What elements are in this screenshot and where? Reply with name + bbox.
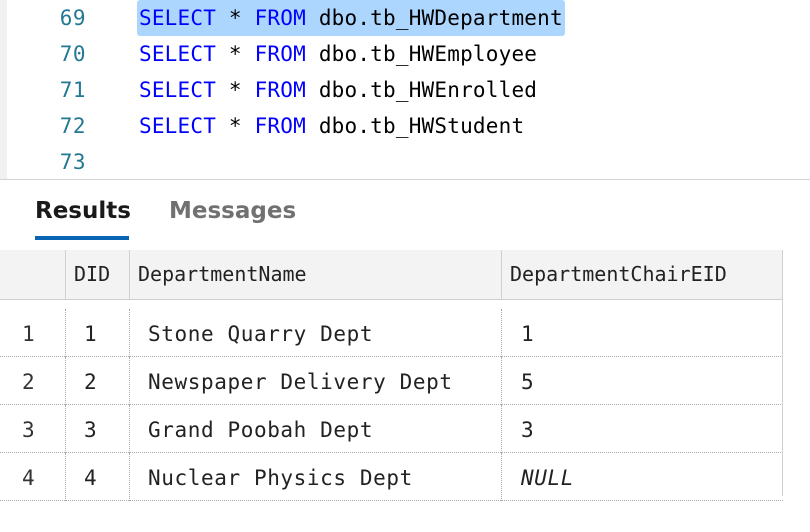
line-number: 70: [59, 42, 86, 66]
row-number[interactable]: 3: [0, 405, 62, 453]
cell-divider: [129, 405, 130, 453]
row-number[interactable]: 4: [0, 453, 62, 501]
keyword-from: FROM: [254, 42, 306, 66]
column-header-did[interactable]: DID: [66, 250, 129, 300]
grid-header: DID DepartmentName DepartmentChairEID: [0, 250, 783, 300]
code-line-71[interactable]: 71 SELECT * FROM dbo.tb_HWEnrolled: [0, 72, 810, 108]
query-text[interactable]: SELECT * FROM dbo.tb_HWStudent: [139, 108, 524, 144]
column-header-departmentname[interactable]: DepartmentName: [130, 250, 501, 300]
cell-divider: [501, 405, 502, 453]
row-number[interactable]: 1: [0, 309, 62, 357]
asterisk-operator: *: [228, 6, 242, 30]
cell-departmentchaireid[interactable]: 1: [521, 309, 534, 357]
cell-divider: [501, 309, 502, 357]
cell-divider: [501, 453, 502, 501]
code-line-73[interactable]: 73: [0, 144, 810, 180]
cell-divider: [65, 405, 66, 453]
code-line-69[interactable]: 69 SELECT * FROM dbo.tb_HWDepartment: [0, 0, 810, 36]
code-line-70[interactable]: 70 SELECT * FROM dbo.tb_HWEmployee: [0, 36, 810, 72]
keyword-select: SELECT: [139, 6, 217, 30]
cell-did[interactable]: 1: [84, 309, 97, 357]
keyword-select: SELECT: [139, 42, 217, 66]
selected-query[interactable]: SELECT * FROM dbo.tb_HWDepartment: [137, 0, 565, 36]
table-name: dbo.tb_HWEnrolled: [318, 78, 538, 102]
grid-right-border: [782, 250, 783, 496]
table-name: dbo.tb_HWStudent: [318, 114, 525, 138]
table-name: dbo.tb_HWEmployee: [318, 42, 538, 66]
cell-divider: [501, 357, 502, 405]
cell-departmentname[interactable]: Newspaper Delivery Dept: [148, 357, 453, 405]
cell-divider: [129, 357, 130, 405]
cell-did[interactable]: 3: [84, 405, 97, 453]
cell-divider: [65, 357, 66, 405]
keyword-from: FROM: [254, 114, 306, 138]
query-text[interactable]: SELECT * FROM dbo.tb_HWEmployee: [139, 36, 537, 72]
keyword-from: FROM: [254, 6, 306, 30]
row-number[interactable]: 2: [0, 357, 62, 405]
asterisk-operator: *: [228, 114, 242, 138]
keyword-from: FROM: [254, 78, 306, 102]
table-row[interactable]: 2 2 Newspaper Delivery Dept 5: [0, 357, 783, 405]
cell-divider: [65, 453, 66, 501]
tab-messages[interactable]: Messages: [169, 198, 296, 224]
cell-departmentname[interactable]: Stone Quarry Dept: [148, 309, 373, 357]
line-number: 71: [59, 78, 86, 102]
cell-departmentname[interactable]: Grand Poobah Dept: [148, 405, 373, 453]
cell-divider: [129, 453, 130, 501]
query-text[interactable]: SELECT * FROM dbo.tb_HWEnrolled: [139, 72, 537, 108]
code-line-72[interactable]: 72 SELECT * FROM dbo.tb_HWStudent: [0, 108, 810, 144]
line-number: 72: [59, 114, 86, 138]
cell-departmentchaireid[interactable]: 5: [521, 357, 534, 405]
line-number: 73: [59, 150, 86, 174]
cell-divider: [65, 309, 66, 357]
sql-editor[interactable]: 69 SELECT * FROM dbo.tb_HWDepartment 70 …: [0, 0, 810, 180]
cell-did[interactable]: 2: [84, 357, 97, 405]
cell-departmentname[interactable]: Nuclear Physics Dept: [148, 453, 413, 501]
active-tab-indicator: [35, 236, 129, 240]
keyword-select: SELECT: [139, 114, 217, 138]
asterisk-operator: *: [228, 42, 242, 66]
cell-departmentchaireid-null[interactable]: NULL: [521, 453, 574, 501]
table-row[interactable]: 4 4 Nuclear Physics Dept NULL: [0, 453, 783, 501]
table-row[interactable]: 1 1 Stone Quarry Dept 1: [0, 309, 783, 357]
cell-divider: [129, 309, 130, 357]
cell-departmentchaireid[interactable]: 3: [521, 405, 534, 453]
keyword-select: SELECT: [139, 78, 217, 102]
results-tab-bar: Results Messages: [0, 180, 810, 250]
column-header-departmentchaireid[interactable]: DepartmentChairEID: [502, 250, 782, 300]
asterisk-operator: *: [228, 78, 242, 102]
line-number: 69: [59, 6, 86, 30]
results-grid[interactable]: DID DepartmentName DepartmentChairEID 1 …: [0, 250, 810, 532]
tab-results[interactable]: Results: [35, 198, 131, 224]
table-name: dbo.tb_HWDepartment: [318, 6, 563, 30]
cell-did[interactable]: 4: [84, 453, 97, 501]
row-number-header[interactable]: [0, 250, 65, 300]
table-row[interactable]: 3 3 Grand Poobah Dept 3: [0, 405, 783, 453]
